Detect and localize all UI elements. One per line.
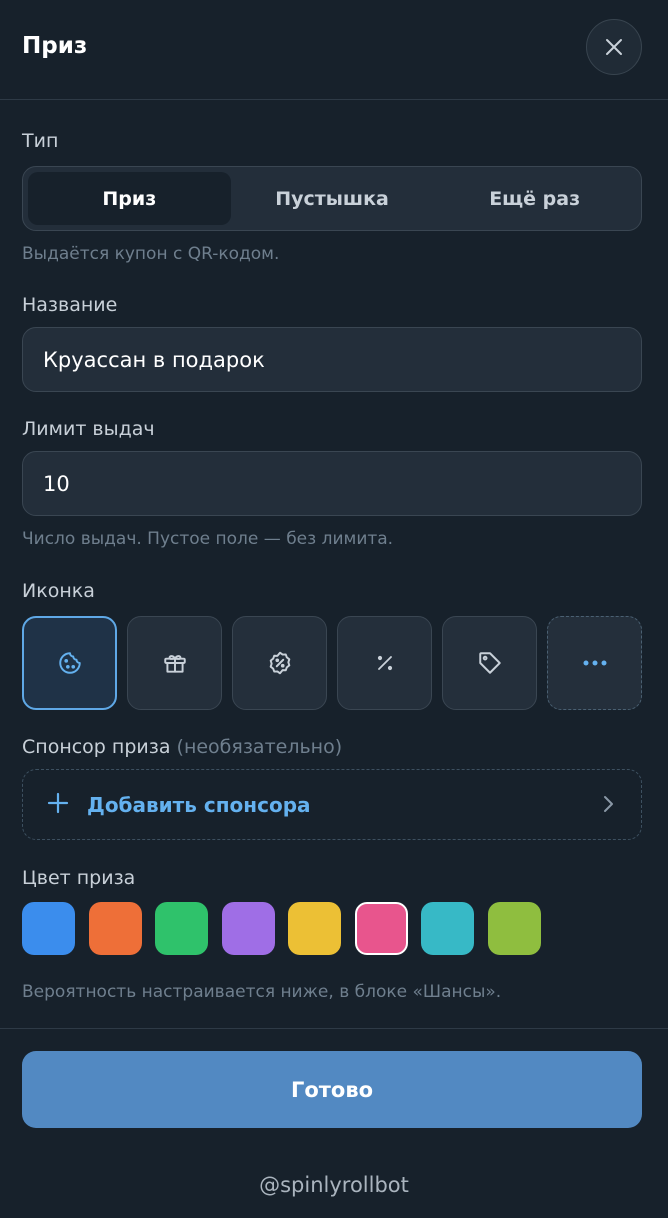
percent-icon bbox=[377, 655, 392, 671]
type-label: Тип bbox=[22, 130, 59, 152]
type-option-blank[interactable]: Пустышка bbox=[231, 172, 434, 225]
more-icon bbox=[583, 660, 606, 666]
type-segmented-control: Приз Пустышка Ещё раз bbox=[22, 166, 642, 231]
color-swatch[interactable] bbox=[88, 902, 142, 955]
icon-option-tag[interactable] bbox=[442, 616, 537, 710]
color-swatch[interactable] bbox=[221, 902, 275, 955]
limit-hint: Число выдач. Пустое поле — без лимита. bbox=[22, 529, 394, 549]
icon-option-more[interactable] bbox=[547, 616, 642, 710]
limit-input[interactable]: 10 bbox=[22, 451, 642, 516]
chances-hint: Вероятность настраивается ниже, в блоке … bbox=[22, 982, 502, 1002]
name-input[interactable]: Круассан в подарок bbox=[22, 327, 642, 392]
sheet-title: Приз bbox=[22, 33, 88, 59]
add-sponsor-label: Добавить спонсора bbox=[87, 793, 311, 817]
type-option-again[interactable]: Ещё раз bbox=[433, 172, 636, 225]
sponsor-label-text: Спонсор приза bbox=[22, 736, 171, 758]
chevron-right-icon bbox=[604, 796, 613, 812]
sponsor-label: Спонсор приза (необязательно) bbox=[22, 736, 342, 758]
color-swatch[interactable] bbox=[288, 902, 341, 955]
sponsor-optional-note: (необязательно) bbox=[176, 736, 343, 758]
discount-badge-icon bbox=[269, 651, 290, 675]
icon-option-cookie[interactable] bbox=[22, 616, 117, 710]
icon-label: Иконка bbox=[22, 580, 95, 602]
color-swatch[interactable] bbox=[22, 902, 75, 955]
cookie-icon bbox=[58, 652, 81, 674]
color-swatch[interactable] bbox=[487, 902, 541, 955]
plus-icon bbox=[47, 792, 69, 814]
gift-icon bbox=[163, 655, 186, 673]
color-swatch[interactable] bbox=[155, 902, 208, 955]
icon-option-gift[interactable] bbox=[127, 616, 222, 710]
add-sponsor-button[interactable]: Добавить спонсора bbox=[22, 769, 642, 840]
limit-label: Лимит выдач bbox=[22, 418, 155, 440]
name-label: Название bbox=[22, 294, 118, 316]
type-option-prize[interactable]: Приз bbox=[28, 172, 231, 225]
prize-editor-sheet: Приз Тип Приз Пустышка Ещё раз Выдаётся … bbox=[0, 0, 668, 1218]
color-swatch[interactable] bbox=[421, 902, 474, 955]
bot-username: @spinlyrollbot bbox=[259, 1173, 409, 1197]
color-swatch[interactable] bbox=[354, 902, 408, 955]
footer-divider bbox=[0, 1028, 668, 1029]
close-button[interactable] bbox=[586, 19, 642, 75]
icon-option-percent[interactable] bbox=[337, 616, 432, 710]
color-label: Цвет приза bbox=[22, 867, 136, 889]
type-hint: Выдаётся купон с QR-кодом. bbox=[22, 244, 280, 264]
sheet-header: Приз bbox=[0, 0, 668, 100]
icon-option-discount-badge[interactable] bbox=[232, 616, 327, 710]
tag-icon bbox=[478, 652, 501, 674]
close-icon bbox=[606, 39, 622, 55]
done-button[interactable]: Готово bbox=[22, 1051, 642, 1128]
